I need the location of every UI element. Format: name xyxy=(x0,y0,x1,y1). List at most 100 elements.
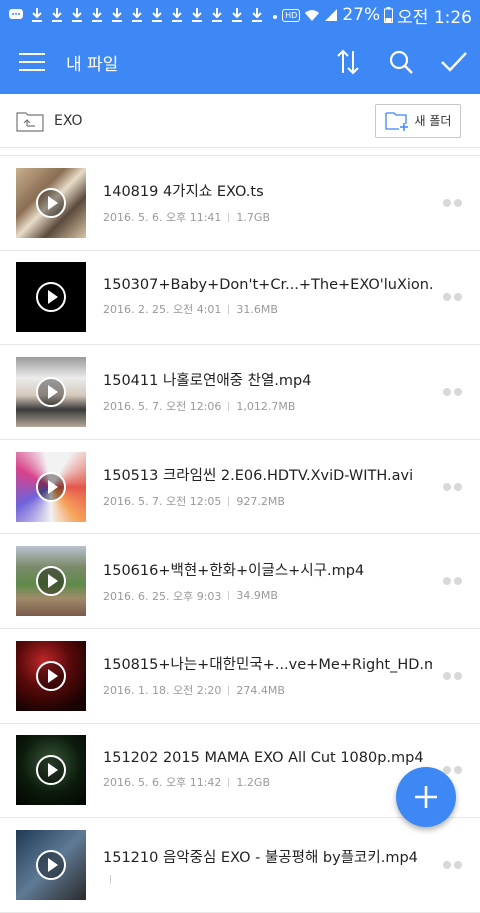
add-button[interactable] xyxy=(396,767,456,827)
file-name: 140819 4가지쇼 EXO.ts xyxy=(103,184,264,201)
search-icon xyxy=(389,50,413,74)
more-options-button[interactable] xyxy=(432,482,472,491)
more-options-button[interactable] xyxy=(432,860,472,869)
search-button[interactable] xyxy=(374,30,427,94)
more-dot-icon xyxy=(442,482,451,491)
play-icon xyxy=(36,755,66,786)
sort-icon xyxy=(336,49,359,75)
more-dot-icon xyxy=(453,860,462,869)
system-indicators: HD 27% 오전 1:26 xyxy=(282,3,472,28)
play-icon xyxy=(36,849,66,880)
meta-divider xyxy=(110,874,111,884)
more-options-button[interactable] xyxy=(432,387,472,396)
file-size: 927.2MB xyxy=(236,494,285,508)
wifi-icon xyxy=(305,10,320,21)
plus-icon xyxy=(415,786,437,808)
file-date: 2016. 6. 25. 오후 9:03 xyxy=(103,589,222,603)
meta-divider xyxy=(228,212,230,222)
app-bar: 내 파일 xyxy=(0,30,480,94)
video-thumbnail xyxy=(16,262,86,333)
play-icon xyxy=(36,660,66,691)
file-name: 150513 크라임씬 2.E06.HDTV.XviD-WITH.avi xyxy=(103,468,414,485)
file-info: 150616+백현+한화+이글스+시구.mp4 2016. 6. 25. 오후 … xyxy=(103,559,432,604)
menu-button[interactable] xyxy=(0,30,64,94)
play-icon xyxy=(36,471,66,502)
more-dot-icon xyxy=(442,293,451,302)
video-thumbnail xyxy=(16,640,86,711)
more-dot-icon xyxy=(453,198,462,207)
more-dot-icon xyxy=(442,198,451,207)
video-thumbnail xyxy=(16,829,86,900)
file-meta: 2016. 5. 7. 오전 12:05 927.2MB xyxy=(103,493,432,509)
more-dot-icon xyxy=(453,482,462,491)
list-item[interactable]: 150411 나홀로연애중 찬열.mp4 2016. 5. 7. 오전 12:0… xyxy=(0,345,480,440)
add-folder-icon xyxy=(384,111,408,131)
list-item[interactable]: 150513 크라임씬 2.E06.HDTV.XviD-WITH.avi 201… xyxy=(0,440,480,535)
file-meta xyxy=(103,874,432,884)
more-options-button[interactable] xyxy=(432,198,472,207)
video-thumbnail xyxy=(16,546,86,617)
file-name: 151202 2015 MAMA EXO All Cut 1080p.mp4 xyxy=(103,750,424,767)
current-folder-label: EXO xyxy=(54,112,83,129)
file-date: 2016. 1. 18. 오전 2:20 xyxy=(103,684,222,698)
download-icon xyxy=(92,8,102,22)
file-date: 2016. 5. 6. 오후 11:41 xyxy=(103,211,222,225)
download-icon xyxy=(212,8,222,22)
new-folder-label: 새 폴더 xyxy=(414,114,452,128)
file-meta: 2016. 1. 18. 오전 2:20 274.4MB xyxy=(103,682,432,698)
file-info: 150411 나홀로연애중 찬열.mp4 2016. 5. 7. 오전 12:0… xyxy=(103,369,432,414)
download-icon xyxy=(32,8,42,22)
meta-divider xyxy=(228,591,230,601)
select-button[interactable] xyxy=(427,30,480,94)
more-dot-icon xyxy=(453,293,462,302)
chat-notification-icon xyxy=(9,9,23,19)
file-info: 151202 2015 MAMA EXO All Cut 1080p.mp4 2… xyxy=(103,750,432,790)
download-icon xyxy=(52,8,62,22)
more-options-button[interactable] xyxy=(432,671,472,680)
more-dot-icon xyxy=(453,766,462,775)
file-info: 150307+Baby+Don't+Cr...+The+EXO'luXion.m… xyxy=(103,277,432,317)
status-bar: HD 27% 오전 1:26 xyxy=(0,0,480,30)
more-dot-icon xyxy=(442,387,451,396)
more-notifications-icon xyxy=(273,15,277,19)
list-item[interactable]: 150307+Baby+Don't+Cr...+The+EXO'luXion.m… xyxy=(0,251,480,346)
more-dot-icon xyxy=(453,577,462,586)
file-date: 2016. 5. 7. 오전 12:05 xyxy=(103,495,222,509)
video-thumbnail xyxy=(16,735,86,806)
new-folder-button[interactable]: 새 폴더 xyxy=(375,103,461,138)
battery-icon xyxy=(384,7,394,23)
file-name: 150411 나홀로연애중 찬열.mp4 xyxy=(103,373,312,390)
file-size: 1.2GB xyxy=(236,775,270,789)
file-info: 151210 음악중심 EXO - 불공평해 by플코키.mp4 xyxy=(103,846,432,884)
up-folder-button[interactable] xyxy=(16,110,44,132)
more-dot-icon xyxy=(442,860,451,869)
notification-icons xyxy=(8,7,282,23)
download-icon xyxy=(72,8,82,22)
sort-button[interactable] xyxy=(321,30,374,94)
download-icon xyxy=(112,8,122,22)
file-meta: 2016. 5. 6. 오후 11:41 1.7GB xyxy=(103,209,432,225)
download-icon xyxy=(132,8,142,22)
download-icon xyxy=(252,8,262,22)
page-title: 내 파일 xyxy=(66,54,119,75)
file-size: 274.4MB xyxy=(236,683,285,697)
file-size: 1,012.7MB xyxy=(236,399,296,413)
more-options-button[interactable] xyxy=(432,577,472,586)
file-name: 150616+백현+한화+이글스+시구.mp4 xyxy=(103,562,365,579)
list-item[interactable]: 150815+나는+대한민국+...ve+Me+Right_HD.mp4 201… xyxy=(0,629,480,724)
list-item[interactable]: 151210 음악중심 EXO - 불공평해 by플코키.mp4 xyxy=(0,818,480,913)
more-dot-icon xyxy=(442,671,451,680)
more-options-button[interactable] xyxy=(432,293,472,302)
file-info: 140819 4가지쇼 EXO.ts 2016. 5. 6. 오후 11:41 1… xyxy=(103,180,432,225)
battery-percent: 27% xyxy=(342,5,381,25)
file-name: 150307+Baby+Don't+Cr...+The+EXO'luXion.m… xyxy=(103,277,432,294)
more-dot-icon xyxy=(453,671,462,680)
folder-up-icon xyxy=(16,111,44,132)
list-item[interactable]: 150616+백현+한화+이글스+시구.mp4 2016. 6. 25. 오후 … xyxy=(0,534,480,629)
play-icon xyxy=(36,376,66,407)
play-icon xyxy=(36,187,66,218)
path-bar: EXO 새 폴더 xyxy=(0,94,480,148)
list-item[interactable]: 140819 4가지쇼 EXO.ts 2016. 5. 6. 오후 11:41 1… xyxy=(0,156,480,251)
meta-divider xyxy=(228,777,230,787)
file-name: 151210 음악중심 EXO - 불공평해 by플코키.mp4 xyxy=(103,849,418,866)
